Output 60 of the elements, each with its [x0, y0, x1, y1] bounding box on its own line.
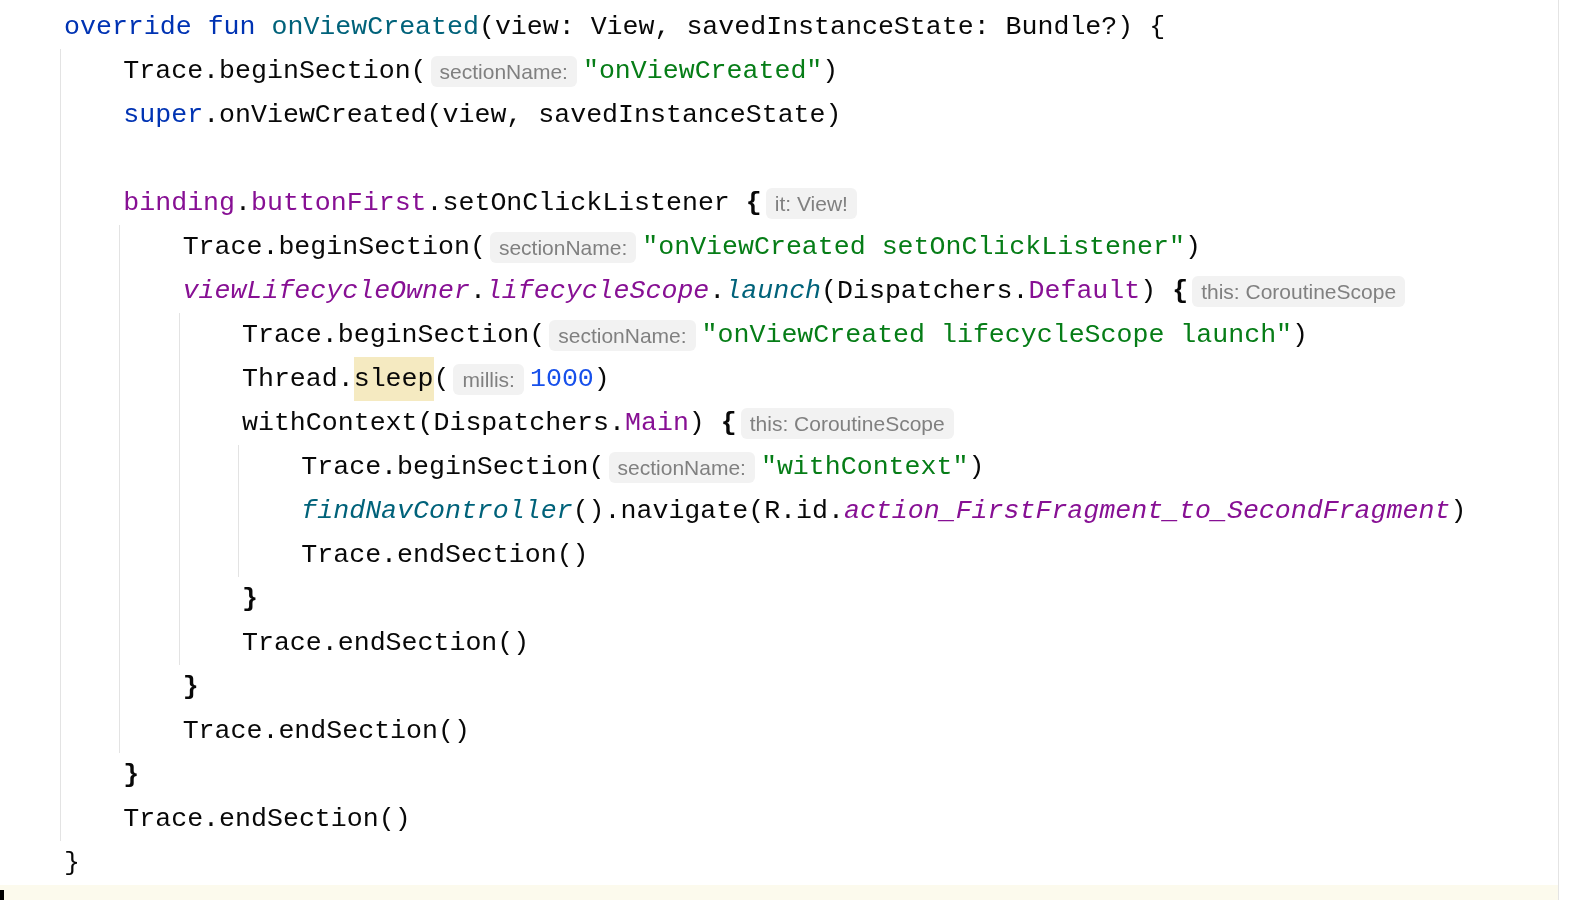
brace: } — [242, 583, 258, 616]
string-literal: "onViewCreated setOnClickListener" — [642, 231, 1185, 264]
code-text: . — [235, 187, 251, 220]
brace: } — [182, 671, 199, 704]
inlay-hint: sectionName: — [489, 231, 637, 263]
inlay-hint: this: CoroutineScope — [1192, 275, 1406, 307]
string-literal: "onViewCreated lifecycleScope launch" — [701, 319, 1293, 352]
code-text: Trace.endSection() — [242, 627, 530, 660]
code-text: ) — [968, 451, 985, 484]
code-text: .onViewCreated(view, savedInstanceState) — [203, 99, 842, 132]
code-text: .setOnClickListener — [426, 187, 731, 220]
property-name: lifecycleScope — [485, 275, 710, 308]
property-name: Default — [1028, 275, 1141, 308]
property-name: buttonFirst — [251, 187, 427, 220]
code-text: ) — [822, 55, 839, 88]
code-text: ().navigate(R.id. — [572, 495, 844, 528]
code-text: Trace.beginSection( — [123, 55, 427, 88]
code-text: withContext(Dispatchers. — [242, 407, 625, 440]
code-keyword: override fun — [64, 11, 257, 44]
brace: } — [123, 759, 140, 792]
code-text: Trace.beginSection( — [242, 319, 546, 352]
code-text: Thread. — [242, 363, 354, 396]
property-name: action_FirstFragment_to_SecondFragment — [843, 495, 1451, 528]
function-name: findNavController — [301, 495, 573, 528]
code-text: ) — [1184, 231, 1201, 264]
highlighted-function: sleep — [353, 357, 434, 401]
inlay-hint: it: View! — [765, 187, 857, 219]
code-text: ) — [688, 407, 706, 440]
code-text: . — [709, 275, 726, 308]
code-keyword: super — [123, 99, 204, 132]
code-text: ( — [433, 363, 450, 396]
property-name: binding — [123, 187, 236, 220]
code-text: . — [469, 275, 486, 308]
code-text: (Dispatchers. — [821, 275, 1029, 308]
property-name: Main — [625, 407, 689, 440]
inlay-hint: sectionName: — [608, 451, 755, 483]
code-text: Trace.beginSection( — [182, 231, 486, 264]
inlay-hint: sectionName: — [549, 319, 696, 351]
string-literal: "onViewCreated" — [582, 55, 823, 88]
property-name: viewLifecycleOwner — [182, 275, 470, 308]
brace: { — [745, 187, 762, 220]
string-literal: "withContext" — [760, 451, 969, 484]
code-text: ) — [593, 363, 610, 396]
code-text: Trace.endSection() — [301, 539, 589, 572]
inlay-hint: sectionName: — [430, 55, 577, 87]
code-text: ) — [1450, 495, 1467, 528]
code-text: Trace.endSection() — [123, 803, 411, 836]
number-literal: 1000 — [529, 363, 594, 396]
brace: { — [1172, 275, 1189, 308]
code-text: ) — [1292, 319, 1309, 352]
code-text: Trace.endSection() — [182, 715, 470, 748]
code-text: Trace.beginSection( — [301, 451, 605, 484]
function-name: launch — [725, 275, 822, 308]
code-text: ) — [1140, 275, 1158, 308]
code-text: (view: View, savedInstanceState: Bundle?) { — [478, 11, 1166, 44]
inlay-hint: this: CoroutineScope — [740, 407, 954, 439]
inlay-hint: millis: — [453, 363, 524, 395]
function-name: onViewCreated — [271, 11, 479, 44]
brace: { — [720, 407, 737, 440]
code-text: } — [64, 847, 80, 880]
